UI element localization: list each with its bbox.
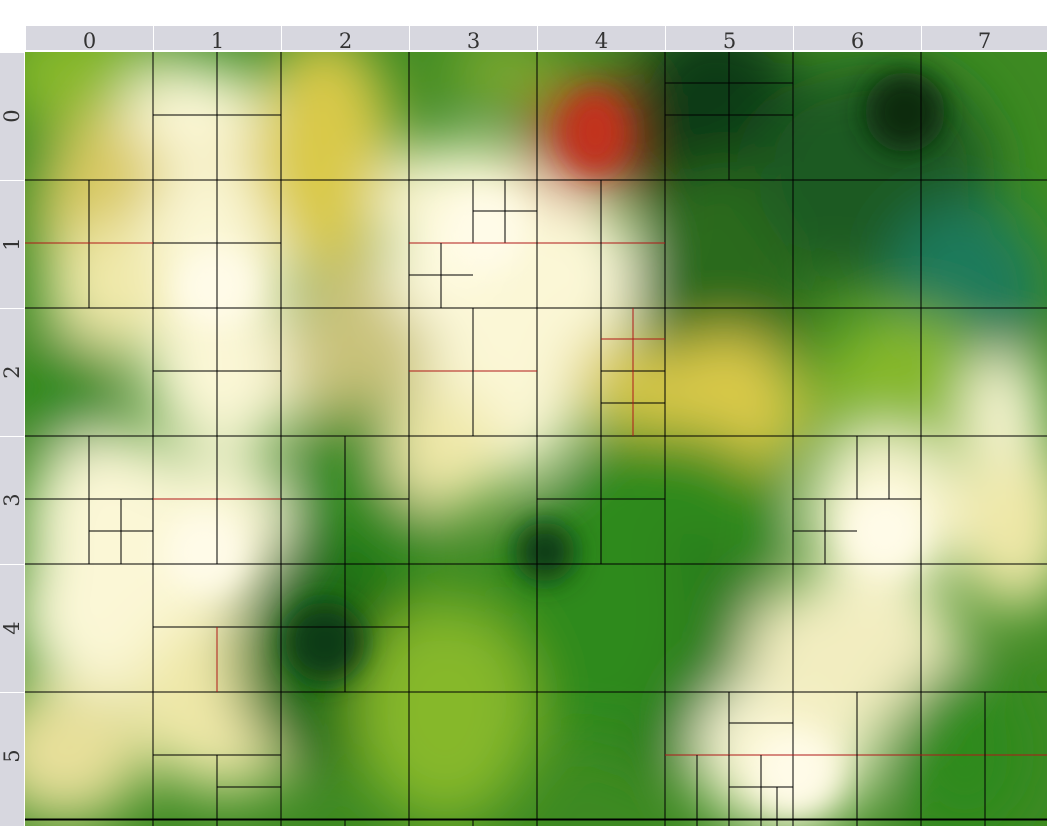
column-label-0: 0 [25, 26, 153, 53]
row-label-3: 3 [0, 436, 24, 564]
column-header-bar: 01234567 [25, 26, 1047, 53]
column-label-5: 5 [665, 26, 793, 53]
photo-canvas [25, 52, 1047, 826]
column-label-6: 6 [793, 26, 921, 53]
column-label-1: 1 [153, 26, 281, 53]
column-label-7: 7 [921, 26, 1047, 53]
row-header-bar: 012345 [0, 52, 24, 826]
row-label-2: 2 [0, 308, 24, 436]
row-label-1: 1 [0, 180, 24, 308]
column-label-2: 2 [281, 26, 409, 53]
row-label-0: 0 [0, 52, 24, 180]
column-label-4: 4 [537, 26, 665, 53]
row-label-4: 4 [0, 564, 24, 692]
row-label-5: 5 [0, 692, 24, 820]
blurred-foliage-image [25, 52, 1047, 826]
column-label-3: 3 [409, 26, 537, 53]
